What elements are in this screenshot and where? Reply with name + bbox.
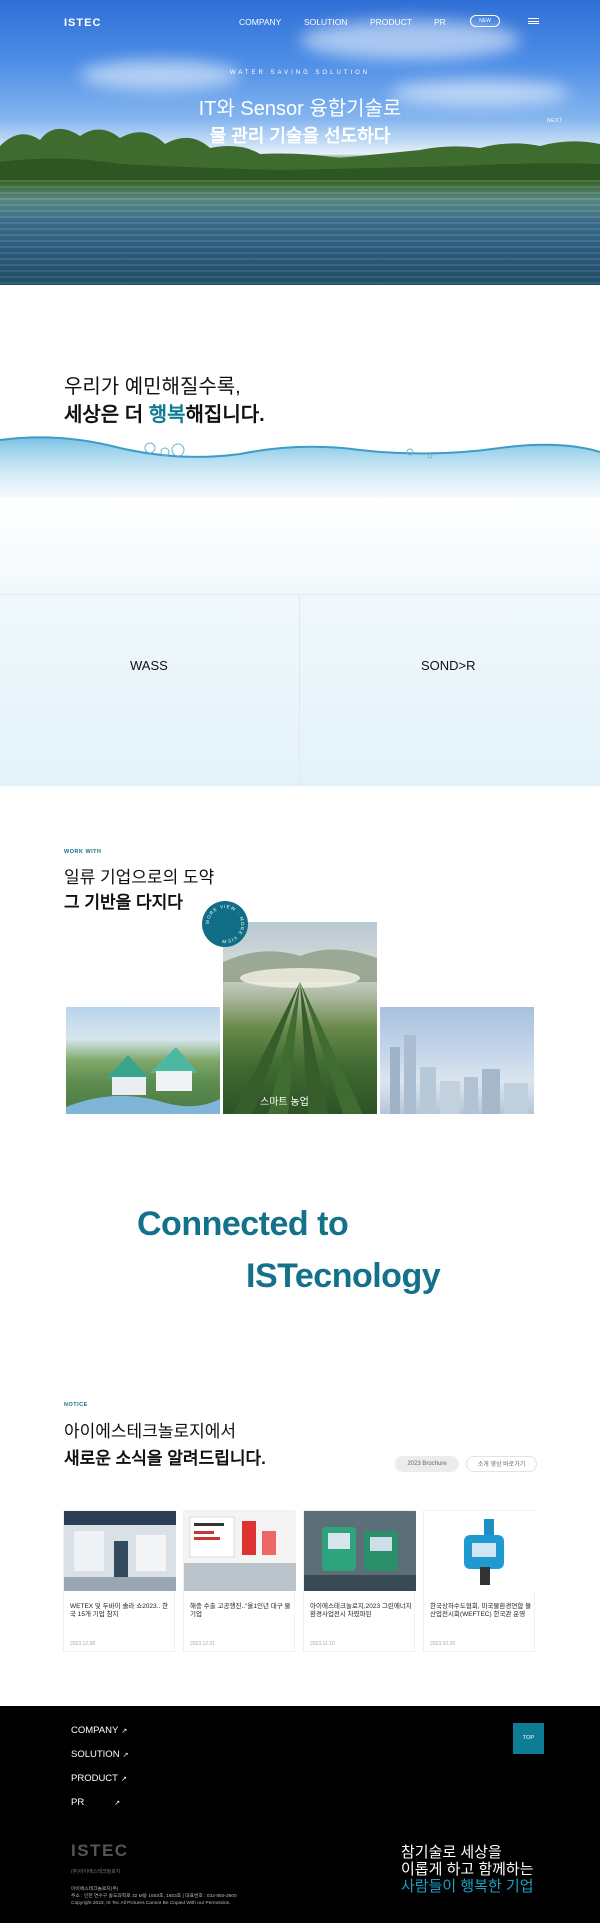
work-image-right[interactable] [380, 1007, 534, 1114]
news-thumbnail [64, 1511, 176, 1591]
intro-text: 해집니다. [185, 404, 265, 426]
notice-eyebrow: NOTICE [64, 1402, 88, 1408]
work-headline-2: 그 기반을 다지다 [64, 893, 183, 912]
hero-headline-1: IT와 Sensor 융합기술로 [198, 98, 402, 120]
intro-line-2: 세상은 더 행복해집니다. [64, 398, 265, 427]
connected-headline-2: ISTecnology [246, 1257, 441, 1295]
more-view-badge[interactable]: MORE VIEW · MORE VIEW · [202, 901, 248, 947]
city-skyline-illustration [390, 1035, 528, 1114]
divider [0, 594, 600, 595]
footer-company-name: 아이에스테크놀로지(주) [71, 1887, 119, 1892]
footer-nav-label: PR [71, 1797, 85, 1808]
footer-nav-solution[interactable]: SOLUTION ↗ [71, 1749, 128, 1760]
news-date: 2023.10.20 [430, 1641, 456, 1647]
work-eyebrow: WORK WITH [64, 849, 102, 855]
new-badge-button[interactable]: NEW [470, 15, 500, 27]
footer-logo: ISTEC [71, 1841, 129, 1860]
news-card[interactable]: 아이에스테크놀로지,2023 그린에너지환경사업전시 차렸파된 2023.11.… [303, 1510, 416, 1652]
farm-field-illustration [223, 949, 377, 1114]
notice-headline-2: 새로운 소식을 알려드립니다. [64, 1449, 266, 1468]
lake-reflection [0, 180, 600, 285]
news-card[interactable]: WETEX 및 두바이 솔라 쇼2023.. 한국 15개 기업 참지 2023… [63, 1510, 176, 1652]
news-thumbnail [304, 1511, 416, 1591]
arrow-up-right-icon: ↗ [122, 1752, 129, 1759]
intro-video-button[interactable]: 소개 영상 바로가기 [466, 1456, 537, 1472]
brochure-button[interactable]: 2023 Brochure [395, 1456, 459, 1472]
work-center-caption: 스마트 농업 [260, 1097, 309, 1108]
hero-next-button[interactable]: NEXT [547, 118, 562, 124]
news-date: 2023.11.10 [310, 1641, 335, 1647]
water-wave-graphic [0, 436, 600, 498]
notice-headline-1: 아이에스테크놀로지에서 [64, 1422, 237, 1441]
intro-line-1: 우리가 예민해질수록, [64, 376, 241, 398]
hero-headline-2: 물 관리 기술을 선도하다 [209, 126, 391, 146]
footer-slogan-1: 참기술로 세상을 [401, 1844, 502, 1861]
divider [299, 594, 300, 786]
hero-banner: ISTEC COMPANY SOLUTION PRODUCT PR NEW WA… [0, 0, 600, 285]
news-title: 해충 수출 고공행진.."올1인년 대구 물기업 [190, 1603, 291, 1618]
news-title: 아이에스테크놀로지,2023 그린에너지환경사업전시 차렸파된 [310, 1603, 412, 1618]
nav-product[interactable]: PRODUCT [370, 17, 412, 27]
news-date: 2023.12.08 [70, 1641, 96, 1647]
solution-panels [0, 498, 600, 786]
footer-nav-company[interactable]: COMPANY ↗ [71, 1725, 127, 1736]
footer-slogan-2: 이롭게 하고 함께하는 [401, 1861, 534, 1878]
footer-company-sub: (주)아이에스테크놀로지 [71, 1869, 121, 1875]
rotating-text-icon: MORE VIEW · MORE VIEW · [205, 904, 245, 944]
footer-copyright: Copyright 2023, IS Tec All Pictures Cann… [71, 1901, 231, 1906]
arrow-up-right-icon: ↗ [114, 1800, 121, 1807]
work-image-center[interactable] [223, 922, 377, 1114]
arrow-up-right-icon: ↗ [121, 1728, 128, 1735]
nav-company[interactable]: COMPANY [239, 17, 281, 27]
svg-text:MORE VIEW · MORE VIEW ·: MORE VIEW · MORE VIEW · [205, 904, 245, 944]
news-date: 2023.12.01 [190, 1641, 216, 1647]
footer-nav-label: PRODUCT [71, 1773, 118, 1784]
footer-nav-product[interactable]: PRODUCT ↗ [71, 1773, 127, 1784]
work-image-left[interactable] [66, 1007, 220, 1114]
nav-solution[interactable]: SOLUTION [304, 17, 347, 27]
solution-sonder-link[interactable]: SOND>R [421, 658, 476, 673]
hero-tagline: WATER SAVING SOLUTION [229, 70, 371, 76]
news-thumbnail [184, 1511, 296, 1591]
footer-address: 주소 : 인천 연수구 송도과학로 32 M동 1603호, 1603호 | 대… [71, 1894, 237, 1899]
connected-headline-1: Connected to [137, 1205, 349, 1243]
site-logo[interactable]: ISTEC [64, 17, 101, 29]
work-headline-1: 일류 기업으로의 도약 [64, 868, 215, 887]
intro-text: 세상은 더 [64, 404, 149, 426]
footer-nav-label: COMPANY [71, 1725, 119, 1736]
solution-wass-link[interactable]: WASS [130, 658, 168, 673]
intro-highlight: 행복 [148, 404, 186, 426]
scroll-top-button[interactable]: TOP [513, 1723, 544, 1754]
news-card[interactable]: 해충 수출 고공행진.."올1인년 대구 물기업 2023.12.01 [183, 1510, 296, 1652]
hamburger-icon[interactable] [528, 18, 539, 24]
house-illustration [66, 1047, 220, 1114]
arrow-up-right-icon: ↗ [120, 1776, 127, 1783]
nav-pr[interactable]: PR [434, 17, 446, 27]
news-title: WETEX 및 두바이 솔라 쇼2023.. 한국 15개 기업 참지 [70, 1603, 169, 1618]
footer-slogan-3: 사람들이 행복한 기업 [401, 1878, 534, 1895]
news-card[interactable]: 한국상하수도협회, 미국물환경연합 물산업전시회(WEFTEC) 한국관 운영 … [423, 1510, 536, 1652]
footer-nav-label: SOLUTION [71, 1749, 120, 1760]
news-title: 한국상하수도협회, 미국물환경연합 물산업전시회(WEFTEC) 한국관 운영 [430, 1603, 532, 1618]
footer-nav-pr[interactable]: PR ↗ [71, 1797, 120, 1808]
badge-text: MORE VIEW · MORE VIEW · [205, 904, 244, 944]
news-thumbnail [424, 1511, 536, 1591]
